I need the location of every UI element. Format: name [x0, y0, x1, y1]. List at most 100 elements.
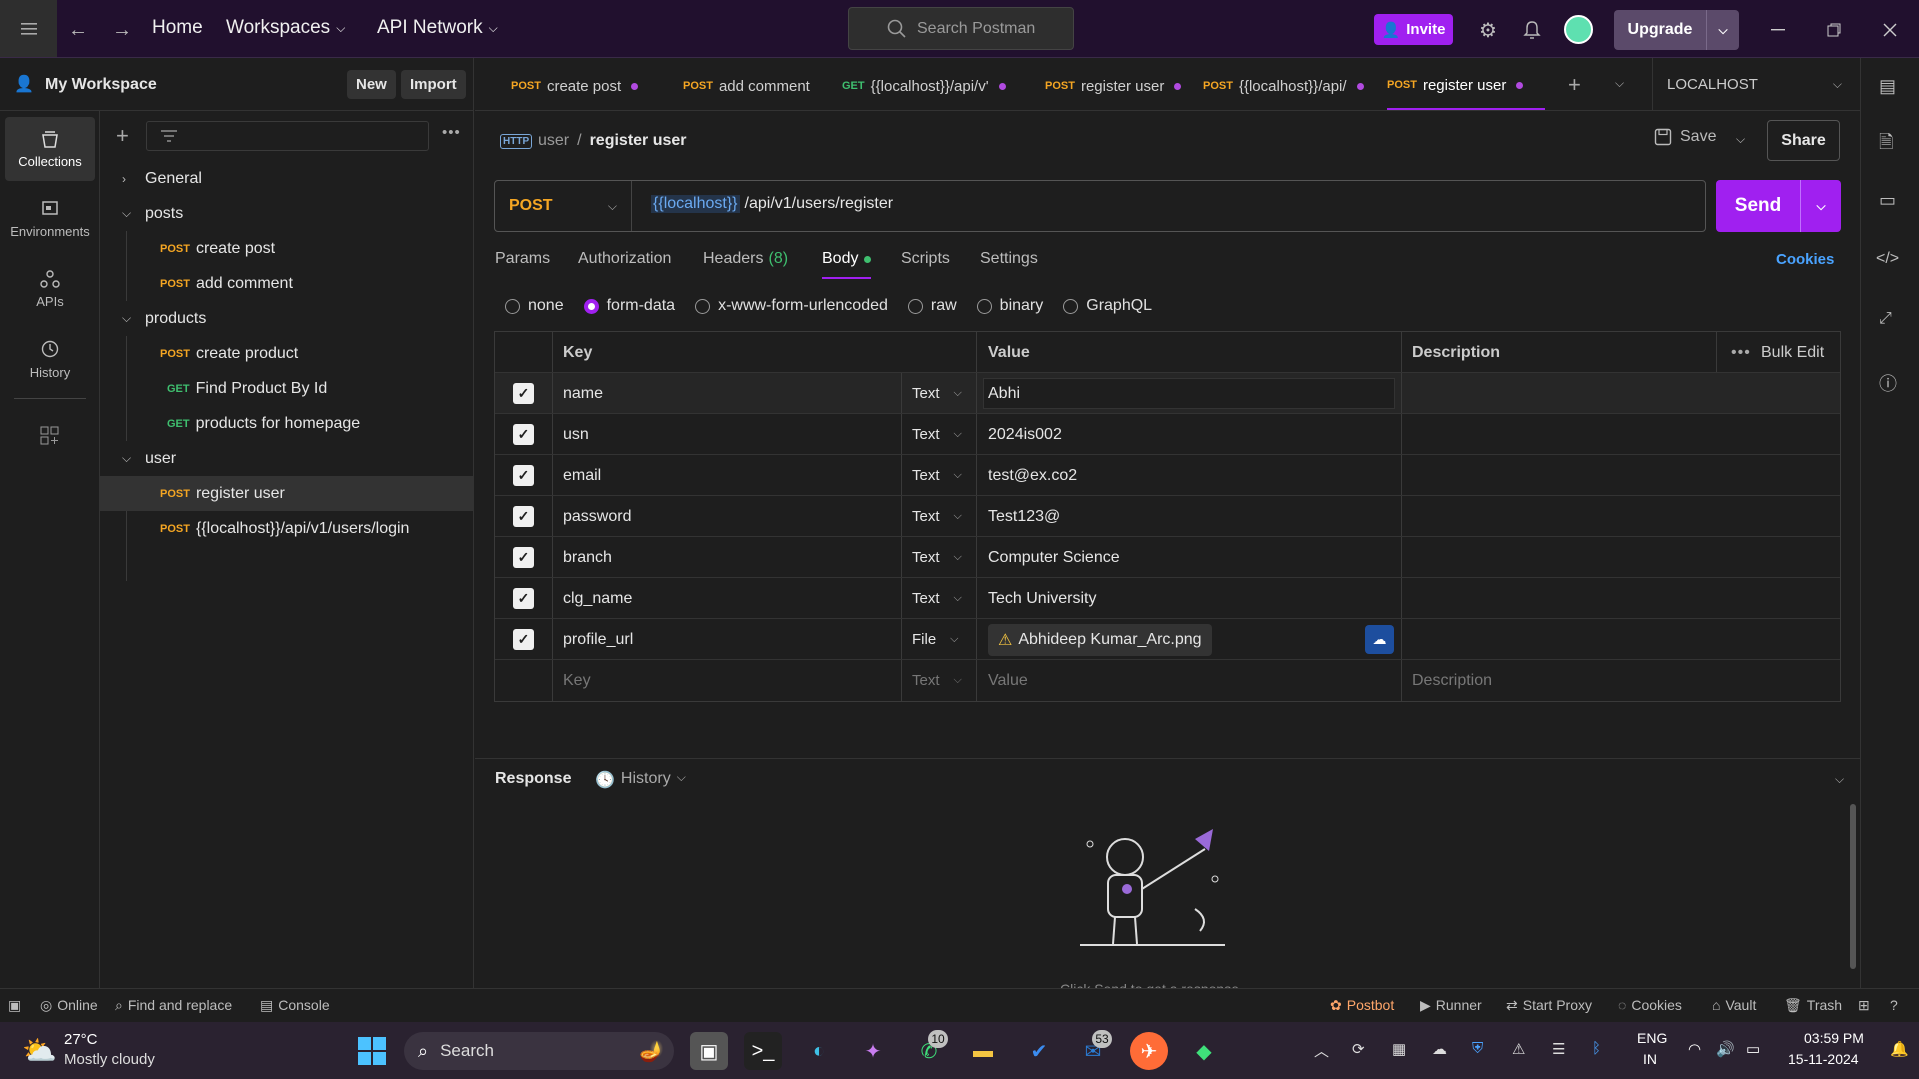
weather-temp[interactable]: 27°C — [64, 1031, 98, 1048]
edge-icon[interactable]: ◐ — [800, 1032, 838, 1070]
url-input[interactable]: {{localhost}} /api/v1/users/register — [651, 195, 893, 213]
chevron-down-icon[interactable]: ⌵ — [122, 311, 131, 326]
language-primary[interactable]: ENG — [1637, 1030, 1667, 1046]
file-explorer-icon[interactable]: ▬ — [964, 1032, 1002, 1070]
row-value[interactable]: Tech University — [988, 578, 1096, 619]
taskbar-search-input[interactable]: ⌕ Search 🪔 — [404, 1032, 674, 1070]
nav-home[interactable]: Home — [152, 17, 203, 39]
send-button[interactable]: Send ⌵ — [1716, 180, 1841, 232]
more-options-icon[interactable]: ••• — [442, 124, 461, 141]
tree-request[interactable]: GET Find Product By Id — [100, 371, 474, 406]
postbot-button[interactable]: ✿ Postbot — [1330, 997, 1394, 1014]
find-replace-button[interactable]: ⌕ Find and replace — [115, 997, 232, 1014]
tab-scripts[interactable]: Scripts — [901, 250, 950, 268]
terminal-icon[interactable]: >_ — [744, 1032, 782, 1070]
breadcrumb-current[interactable]: register user — [590, 132, 687, 150]
postman-app-icon[interactable]: ✈ — [1130, 1032, 1168, 1070]
response-scrollbar[interactable] — [1850, 804, 1856, 969]
tray-chat-icon[interactable]: ☰ — [1552, 1040, 1565, 1058]
response-history-button[interactable]: 🕓 History ⌵ — [595, 770, 686, 790]
upload-cloud-icon[interactable]: ☁ — [1365, 625, 1394, 654]
share-button[interactable]: Share — [1767, 120, 1840, 161]
sync-icon[interactable]: ⟳ — [1352, 1040, 1365, 1058]
close-icon[interactable] — [1878, 18, 1902, 42]
menu-icon[interactable] — [0, 0, 57, 57]
new-tab-plus-icon[interactable]: + — [1568, 72, 1581, 98]
row-key[interactable]: profile_url — [563, 619, 633, 660]
import-button[interactable]: Import — [401, 70, 466, 99]
help-icon[interactable]: ? — [1890, 997, 1898, 1013]
row-type-select[interactable]: File ⌵ — [912, 619, 959, 660]
settings-gear-icon[interactable]: ⚙ — [1476, 18, 1500, 42]
battery-icon[interactable]: ▭ — [1746, 1040, 1760, 1058]
tabs-chevron-down-icon[interactable]: ⌵ — [1615, 76, 1624, 91]
search-postman-input[interactable]: Search Postman — [848, 7, 1074, 50]
body-type-radio[interactable]: GraphQL — [1063, 297, 1152, 315]
minimize-icon[interactable] — [1766, 18, 1790, 42]
row-checkbox[interactable]: ✓ — [513, 588, 534, 609]
row-description[interactable] — [1412, 496, 1832, 537]
row-type-select[interactable]: Text ⌵ — [912, 537, 962, 578]
trash-button[interactable]: 🗑 Trash — [1784, 997, 1842, 1014]
nav-workspaces[interactable]: Workspaces ⌵ — [226, 17, 345, 39]
tray-app-icon[interactable]: ▦ — [1392, 1040, 1406, 1058]
online-status[interactable]: ◎ Online — [40, 997, 98, 1014]
row-value[interactable]: Computer Science — [988, 537, 1120, 578]
windows-start-icon[interactable] — [353, 1032, 391, 1070]
documentation-icon[interactable]: 🗎 — [1879, 130, 1893, 160]
tray-security-icon[interactable]: ⚠ — [1512, 1040, 1525, 1058]
mongodb-icon[interactable]: ◆ — [1185, 1032, 1223, 1070]
send-chevron-down-icon[interactable]: ⌵ — [1801, 199, 1841, 214]
row-description[interactable] — [1412, 455, 1832, 496]
radio-circle[interactable] — [907, 298, 923, 314]
invite-button[interactable]: 👤 Invite — [1374, 14, 1453, 45]
tray-cloud-icon[interactable]: ☁ — [1432, 1040, 1447, 1058]
body-type-radio[interactable]: x-www-form-urlencoded — [695, 297, 888, 315]
row-type-select[interactable]: Text ⌵ — [912, 455, 962, 496]
request-tab[interactable]: POST register user — [1387, 62, 1545, 110]
tab-settings[interactable]: Settings — [980, 250, 1038, 268]
body-type-radio[interactable]: raw — [907, 297, 957, 315]
row-key[interactable]: name — [563, 373, 603, 414]
radio-circle[interactable] — [583, 298, 599, 314]
row-key[interactable]: usn — [563, 414, 589, 455]
cookies-button[interactable]: ◌ Cookies — [1618, 997, 1682, 1013]
notification-center-icon[interactable]: 🔔 — [1890, 1040, 1909, 1058]
new-button[interactable]: New — [347, 70, 396, 99]
notification-bell-icon[interactable] — [1520, 18, 1544, 42]
info-icon[interactable]: ⓘ — [1879, 370, 1897, 396]
toggle-sidebar-icon[interactable]: ▣ — [8, 997, 21, 1014]
request-tab[interactable]: POST add comment — [683, 62, 823, 110]
tree-folder[interactable]: › General — [100, 161, 474, 196]
layout-icon[interactable]: ▤ — [1879, 76, 1896, 97]
chevron-down-icon[interactable]: ⌵ — [1707, 23, 1739, 38]
row-checkbox[interactable]: ✓ — [513, 465, 534, 486]
clock-time[interactable]: 03:59 PM — [1804, 1030, 1864, 1046]
rail-apis[interactable]: APIs — [5, 257, 95, 321]
radio-circle[interactable] — [976, 298, 992, 314]
tree-request[interactable]: POST create product — [100, 336, 474, 371]
tab-body[interactable]: Body — [822, 250, 872, 279]
bulk-edit-button[interactable]: Bulk Edit — [1761, 332, 1824, 373]
radio-circle[interactable] — [505, 298, 520, 314]
upgrade-button[interactable]: Upgrade ⌵ — [1614, 10, 1739, 50]
weather-desc[interactable]: Mostly cloudy — [64, 1051, 155, 1068]
start-proxy-button[interactable]: ⇄ Start Proxy — [1506, 997, 1592, 1014]
file-chip[interactable]: ⚠ Abhideep Kumar_Arc.png — [988, 623, 1212, 656]
tab-headers[interactable]: Headers (8) — [703, 250, 788, 268]
new-value-input[interactable]: Value — [988, 660, 1028, 701]
rail-history[interactable]: History — [5, 327, 95, 391]
request-tab[interactable]: POST register user — [1045, 62, 1193, 110]
comments-icon[interactable]: ▭ — [1879, 190, 1896, 211]
volume-icon[interactable]: 🔊 — [1716, 1040, 1735, 1058]
row-description[interactable] — [1412, 619, 1832, 660]
chevron-right-icon[interactable]: › — [122, 172, 126, 186]
save-button[interactable]: Save — [1654, 128, 1716, 146]
body-type-radio[interactable]: form-data — [583, 297, 675, 315]
back-arrow-icon[interactable]: ← — [66, 18, 90, 42]
rail-collections[interactable]: Collections — [5, 117, 95, 181]
tree-request[interactable]: POST register user — [100, 476, 474, 511]
row-key[interactable]: email — [563, 455, 601, 496]
clock-date[interactable]: 15-11-2024 — [1788, 1051, 1859, 1067]
tree-request[interactable]: POST create post — [100, 231, 474, 266]
